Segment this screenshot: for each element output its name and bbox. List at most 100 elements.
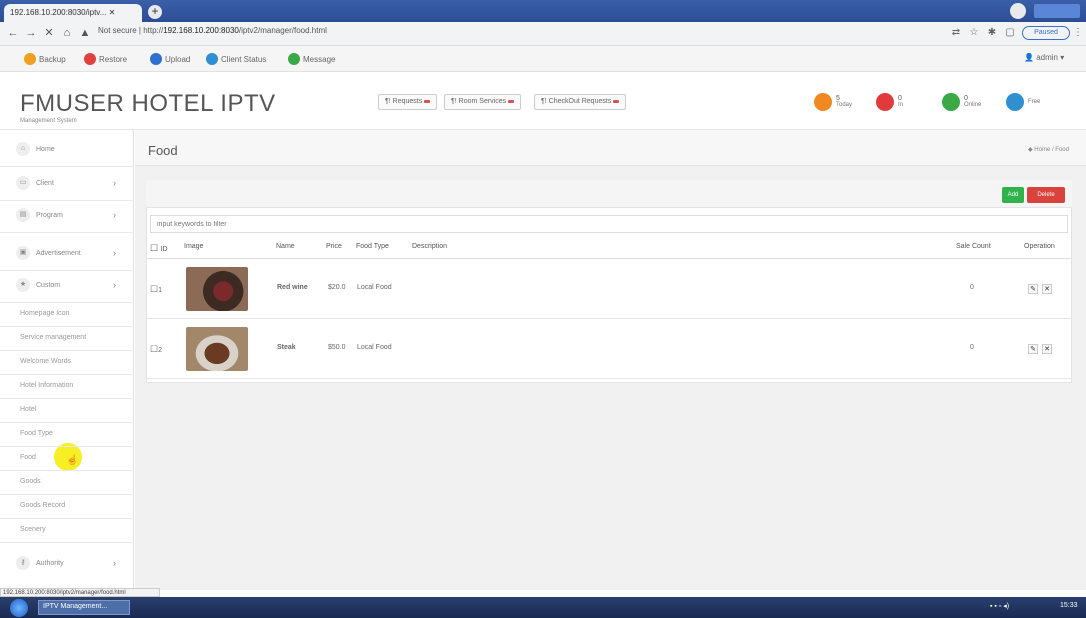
submenu-item-welcome-words[interactable]: Welcome Words <box>20 358 130 365</box>
bookmark-star-icon[interactable]: ☆ <box>968 27 980 39</box>
menu-icon[interactable]: ⋮ <box>1072 27 1084 39</box>
chevron-right-icon: › <box>113 248 116 258</box>
stat-label: Online <box>964 102 982 108</box>
submenu-item-food-type[interactable]: Food Type <box>20 430 130 437</box>
new-tab-icon[interactable]: + <box>148 5 162 19</box>
translate-icon[interactable]: ⇄ <box>950 27 962 39</box>
sidebar-item-program[interactable]: ▤ Program › <box>8 204 128 226</box>
stat-value: 0 <box>964 95 968 102</box>
edit-icon[interactable]: ✎ <box>1028 344 1038 354</box>
taskbar-app[interactable]: IPTV Management... <box>38 600 130 615</box>
sidebar-item-label: Client <box>36 179 54 187</box>
home-nav-icon[interactable]: ⌂ <box>60 26 74 40</box>
browser-titlebar <box>0 0 1086 22</box>
panel-header <box>146 180 1072 208</box>
sidebar-item-authority[interactable]: ⚷ Authority › <box>8 552 128 574</box>
sidebar-item-custom[interactable]: ★ Custom › <box>8 274 128 296</box>
start-button[interactable] <box>10 599 28 617</box>
add-button[interactable]: Add <box>1002 187 1024 203</box>
toolbar-item-client-status[interactable]: Client Status <box>206 52 266 66</box>
sidebar-divider <box>0 422 134 423</box>
header-button-2[interactable]: ¶! CheckOut Requests <box>534 94 627 110</box>
header-button-label: Room Services <box>458 98 507 105</box>
forward-icon[interactable]: → <box>24 26 38 40</box>
system-tray[interactable]: ▪ ▪ ▫ ◂) <box>990 602 1009 610</box>
stat-online[interactable]: 0 Online <box>942 92 981 112</box>
window-buttons[interactable] <box>1034 4 1080 18</box>
select-all-checkbox[interactable]: ☐ <box>150 243 161 253</box>
column-header-label: Sale Count <box>956 243 991 250</box>
sidebar-item-label: Authority <box>36 559 64 567</box>
row-checkbox[interactable]: ☐ <box>150 344 158 354</box>
row-checkbox[interactable]: ☐ <box>150 284 158 294</box>
sidebar-divider <box>0 326 134 327</box>
column-header-name: Name <box>276 243 295 250</box>
column-header-sale-count: Sale Count <box>956 243 991 250</box>
toolbar-item-backup[interactable]: Backup <box>24 52 66 66</box>
steak-photo <box>186 327 248 371</box>
sidebar-divider <box>0 470 134 471</box>
url-text[interactable]: Not secure | http://192.168.10.200:8030/… <box>98 26 327 35</box>
sidebar-item-advertisement[interactable]: ▣ Advertisement › <box>8 242 128 264</box>
stat-today[interactable]: 5 Today <box>814 92 852 112</box>
submenu-item-hotel-information[interactable]: Hotel Information <box>20 382 130 389</box>
tab-close-icon[interactable]: ✕ <box>109 8 116 17</box>
column-header-label: Description <box>412 243 448 250</box>
bell-icon: ¶! <box>385 98 393 105</box>
sidebar-icon[interactable]: ▢ <box>1004 27 1016 39</box>
stop-icon[interactable]: ✕ <box>42 26 56 40</box>
sidebar-item-client[interactable]: ▭ Client › <box>8 172 128 194</box>
toolbar-item-label: Backup <box>39 54 66 64</box>
toolbar-item-restore[interactable]: Restore <box>84 52 127 66</box>
submenu-item-food[interactable]: Food <box>20 454 130 461</box>
submenu-item-goods[interactable]: Goods <box>20 478 130 485</box>
browser-tab[interactable]: 192.168.10.200:8030/iptv... ✕ <box>4 4 142 22</box>
row-name: Steak <box>277 344 296 351</box>
row-price: $50.0 <box>328 344 346 351</box>
image-icon: ▣ <box>16 246 30 260</box>
submenu-item-scenery[interactable]: Scenery <box>20 526 130 533</box>
sidebar-divider <box>0 374 134 375</box>
toolbar-icon <box>288 53 300 65</box>
header-button-0[interactable]: ¶! Requests <box>378 94 438 110</box>
tab-title: 192.168.10.200:8030/iptv... <box>10 8 107 17</box>
breadcrumb[interactable]: ◆ Home / Food <box>1028 146 1069 153</box>
stat-in[interactable]: 0 In <box>876 92 903 112</box>
count-badge <box>613 99 620 103</box>
sidebar-divider <box>0 302 134 303</box>
film-icon: ▤ <box>16 208 30 222</box>
bell-icon: ¶! <box>541 98 549 105</box>
key-icon: ⚷ <box>16 556 30 570</box>
admin-menu[interactable]: 👤 admin ▾ <box>1024 53 1064 62</box>
delete-icon[interactable]: ✕ <box>1042 284 1052 294</box>
extension-icon[interactable]: ✱ <box>986 27 998 39</box>
submenu-item-homepage-icon[interactable]: Homepage Icon <box>20 310 130 317</box>
stat-value: 5 <box>836 95 840 102</box>
edit-icon[interactable]: ✎ <box>1028 284 1038 294</box>
sidebar-item-label: Program <box>36 211 63 219</box>
red-wine-photo <box>186 267 248 311</box>
submenu-item-goods-record[interactable]: Goods Record <box>20 502 130 509</box>
brand-subtitle: Management System <box>20 118 77 124</box>
back-icon[interactable]: ← <box>6 26 20 40</box>
stat-free[interactable]: Free <box>1006 92 1040 112</box>
sidebar-divider <box>0 446 134 447</box>
delete-button[interactable]: Delete <box>1027 187 1065 203</box>
submenu-item-hotel[interactable]: Hotel <box>20 406 130 413</box>
profile-icon[interactable] <box>1010 3 1026 19</box>
delete-icon[interactable]: ✕ <box>1042 344 1052 354</box>
header-button-1[interactable]: ¶! Room Services <box>444 94 522 110</box>
column-header-price: Price <box>326 243 342 250</box>
column-header-label: ID <box>160 246 168 253</box>
toolbar-item-message[interactable]: Message <box>288 52 335 66</box>
submenu-item-service-management[interactable]: Service management <box>20 334 130 341</box>
stat-text: Free <box>1028 99 1040 106</box>
column-header-id: ☐ ID <box>150 243 168 254</box>
paused-button[interactable]: Paused <box>1022 26 1070 40</box>
sidebar-item-home[interactable]: ⌂ Home <box>8 138 128 160</box>
toolbar-item-upload[interactable]: Upload <box>150 52 190 66</box>
stat-label: In <box>898 102 904 108</box>
column-header-description: Description <box>412 243 447 250</box>
sidebar-divider <box>0 166 134 167</box>
filter-input[interactable] <box>150 215 1068 233</box>
